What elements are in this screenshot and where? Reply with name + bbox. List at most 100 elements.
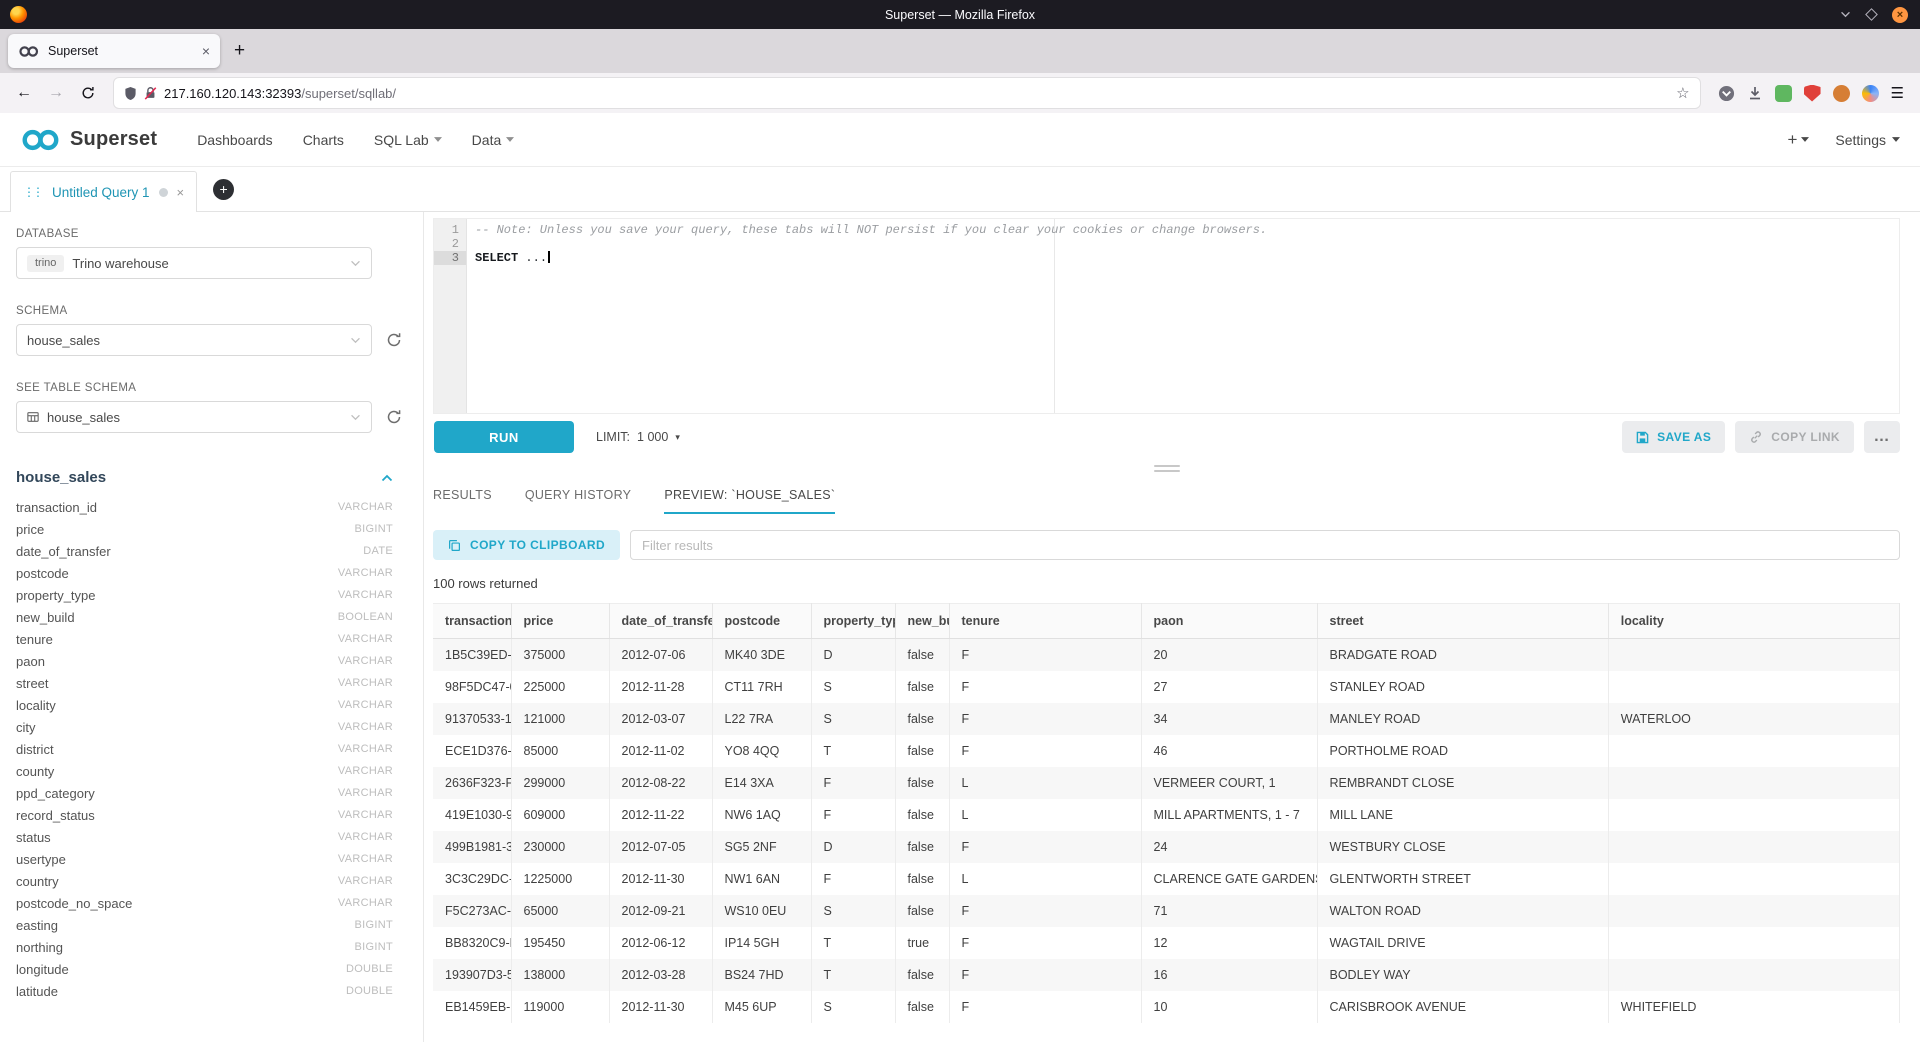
nav-dashboards[interactable]: Dashboards — [197, 132, 273, 148]
extension-icon-orange[interactable] — [1833, 85, 1850, 102]
table-cell: false — [895, 831, 949, 863]
column-type: VARCHAR — [338, 699, 393, 711]
schema-column-row: district VARCHAR — [16, 738, 407, 760]
run-button[interactable]: RUN — [434, 421, 574, 453]
pane-divider[interactable] — [433, 460, 1900, 476]
tab-preview-house-sales[interactable]: PREVIEW: `HOUSE_SALES` — [664, 476, 835, 514]
nav-data[interactable]: Data — [472, 132, 515, 148]
insecure-lock-icon[interactable] — [144, 86, 157, 100]
sql-editor[interactable]: 1 2 3 -- Note: Unless you save your quer… — [433, 218, 1900, 414]
schema-column-row: ppd_category VARCHAR — [16, 782, 407, 804]
column-header[interactable]: date_of_transfer — [609, 604, 712, 639]
table-cell: E14 3XA — [712, 767, 811, 799]
column-name: new_build — [16, 610, 75, 625]
table-cell: SG5 2NF — [712, 831, 811, 863]
browser-tab[interactable]: Superset × — [8, 34, 220, 68]
table-cell: D — [811, 831, 895, 863]
download-icon[interactable] — [1747, 85, 1763, 101]
column-header[interactable]: postcode — [712, 604, 811, 639]
column-type: VARCHAR — [338, 677, 393, 689]
table-select[interactable]: house_sales — [16, 401, 372, 433]
tab-results[interactable]: RESULTS — [433, 476, 492, 514]
settings-menu[interactable]: Settings — [1835, 132, 1900, 148]
new-tab-button[interactable]: + — [234, 40, 245, 62]
shield-icon[interactable] — [124, 86, 137, 101]
column-header[interactable]: transaction_id — [433, 604, 511, 639]
table-cell: 3C3C29DC-B7B2-4BE5-914A-A38123AF403B — [433, 863, 511, 895]
table-cell: 375000 — [511, 639, 609, 672]
column-header[interactable]: tenure — [949, 604, 1141, 639]
database-select[interactable]: trino Trino warehouse — [16, 247, 372, 279]
table-cell: 85000 — [511, 735, 609, 767]
table-row: ECE1D376-C9A6-4C00-B004-A380B189FA568500… — [433, 735, 1900, 767]
editor-code-area[interactable]: -- Note: Unless you save your query, the… — [467, 219, 1899, 413]
bookmark-star-icon[interactable]: ☆ — [1676, 84, 1689, 102]
url-text[interactable]: 217.160.120.143:32393/superset/sqllab/ — [164, 86, 1669, 101]
extension-icon-pinwheel[interactable] — [1862, 85, 1879, 102]
table-cell: MK40 3DE — [712, 639, 811, 672]
database-type-badge: trino — [27, 255, 64, 272]
table-cell: false — [895, 799, 949, 831]
add-query-tab-button[interactable]: + — [213, 179, 234, 200]
column-header[interactable]: price — [511, 604, 609, 639]
schema-select[interactable]: house_sales — [16, 324, 372, 356]
column-name: locality — [16, 698, 56, 713]
schema-column-row: northing BIGINT — [16, 936, 407, 958]
table-cell: WESTBURY CLOSE — [1317, 831, 1608, 863]
save-as-button[interactable]: SAVE AS — [1622, 421, 1725, 453]
sql-comment: -- Note: Unless you save your query, the… — [475, 223, 1267, 237]
nav-sql-lab[interactable]: SQL Lab — [374, 132, 442, 148]
table-cell: F — [811, 799, 895, 831]
reload-icon[interactable] — [74, 79, 102, 107]
table-cell: S — [811, 991, 895, 1023]
refresh-tables-icon[interactable] — [386, 409, 402, 425]
tab-close-icon[interactable]: × — [202, 43, 210, 59]
refresh-schema-icon[interactable] — [386, 332, 402, 348]
tab-query-history[interactable]: QUERY HISTORY — [525, 476, 631, 514]
copy-icon — [448, 539, 461, 552]
column-header[interactable]: property_type — [811, 604, 895, 639]
nav-charts[interactable]: Charts — [303, 132, 344, 148]
schema-column-row: postcode_no_space VARCHAR — [16, 892, 407, 914]
schema-column-row: latitude DOUBLE — [16, 980, 407, 1002]
table-cell: false — [895, 863, 949, 895]
maximize-icon[interactable] — [1865, 8, 1878, 21]
url-field[interactable]: 217.160.120.143:32393/superset/sqllab/ ☆ — [114, 78, 1700, 108]
superset-brand[interactable]: Superset — [20, 128, 157, 152]
table-cell: 12 — [1141, 927, 1317, 959]
column-header[interactable]: new_build — [895, 604, 949, 639]
copy-to-clipboard-button[interactable]: COPY TO CLIPBOARD — [433, 530, 620, 560]
table-cell: F — [949, 671, 1141, 703]
close-window-icon[interactable]: × — [1892, 7, 1908, 23]
more-actions-button[interactable]: … — [1864, 421, 1900, 453]
menu-icon[interactable]: ☰ — [1891, 84, 1904, 102]
sql-keyword: SELECT — [475, 251, 518, 265]
collapse-chevron-up-icon[interactable] — [381, 474, 393, 482]
column-header[interactable]: street — [1317, 604, 1608, 639]
pocket-icon[interactable] — [1718, 85, 1735, 102]
filter-results-input[interactable] — [630, 530, 1900, 560]
column-header[interactable]: locality — [1608, 604, 1899, 639]
query-tab-close-icon[interactable]: × — [177, 185, 185, 200]
table-row: 1B5C39ED-BE7F-41EF-9E71-9C60EED74A223750… — [433, 639, 1900, 672]
table-cell: IP14 5GH — [712, 927, 811, 959]
drag-handle-icon[interactable]: ⋮⋮ — [23, 185, 41, 199]
back-icon[interactable]: ← — [10, 79, 38, 107]
sql-text: ... — [518, 251, 547, 265]
column-name: status — [16, 830, 51, 845]
column-type: DOUBLE — [346, 985, 393, 997]
chevron-down-icon — [350, 337, 361, 344]
table-cell: false — [895, 959, 949, 991]
limit-dropdown[interactable]: LIMIT: 1 000 ▾ — [596, 430, 680, 444]
forward-icon[interactable]: → — [42, 79, 70, 107]
schema-column-row: new_build BOOLEAN — [16, 606, 407, 628]
chevron-down-icon[interactable] — [1840, 11, 1851, 18]
query-tab[interactable]: ⋮⋮ Untitled Query 1 × — [10, 171, 197, 212]
add-new-button[interactable]: + — [1787, 130, 1809, 150]
extension-icon-green[interactable] — [1775, 85, 1792, 102]
ublock-shield-icon[interactable] — [1804, 85, 1821, 102]
resize-handle-icon[interactable] — [1154, 465, 1180, 472]
table-cell: 419E1030-9A55-4467-8DA9-9FED95D65966 — [433, 799, 511, 831]
column-header[interactable]: paon — [1141, 604, 1317, 639]
copy-link-button[interactable]: COPY LINK — [1735, 421, 1854, 453]
